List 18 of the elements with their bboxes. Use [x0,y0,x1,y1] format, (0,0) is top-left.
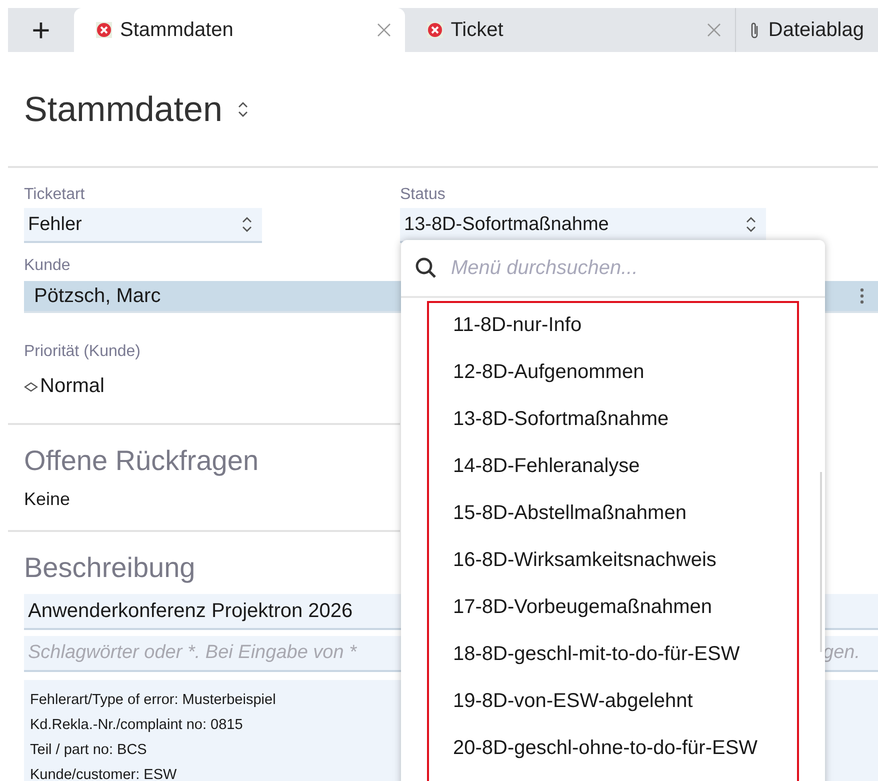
section-text: Keine [23,489,70,510]
description-line: Kd.Rekla.-Nr./complaint no: 0815 [30,716,243,735]
section-title: Beschreibung [24,552,196,585]
description-line: Kunde/customer: ESW [30,766,177,781]
page-title: Stammdaten [24,90,222,130]
description-line: Fehlerart/Type of error: Musterbeispiel [30,691,276,710]
field-value: Normal [40,375,104,398]
placeholder-text: Schlagwörter oder *. Bei Eingabe von * [28,642,356,664]
field-value: Pötzsch, Marc [33,284,161,308]
field-label: Kunde [23,257,70,276]
tab-label: Dateiablag [768,18,864,42]
field-label: Ticketart [24,186,86,205]
field-label: Priorität (Kunde) [23,343,140,362]
description-line: Teil / part no: BCS [30,741,147,760]
section-title: Offene Rückfragen [24,445,259,478]
tab-label: Ticket [450,18,504,42]
tab-label: Stammdaten [120,18,234,42]
field-label: Status [400,186,446,205]
